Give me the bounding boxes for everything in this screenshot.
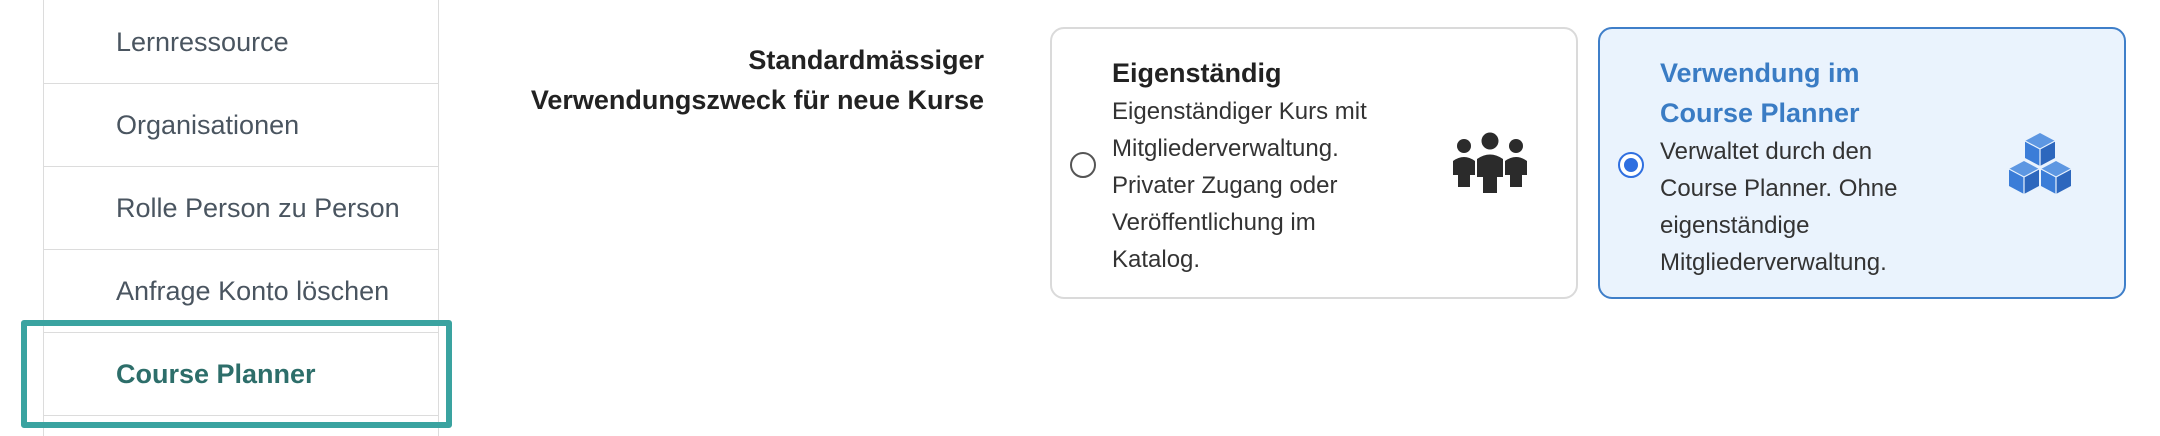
radio-course-planner[interactable]	[1618, 152, 1644, 178]
option-description-line: Eigenständiger Kurs mit	[1112, 98, 1367, 125]
option-title: Verwendung im Course Planner	[1660, 53, 1970, 133]
group-icon	[1453, 132, 1527, 193]
setting-label: Standardmässiger Verwendungszweck für ne…	[384, 40, 984, 120]
option-card-eigenstaendig[interactable]: Eigenständig Eigenständiger Kurs mit Mit…	[1050, 27, 1578, 299]
sidebar-item-course-planner[interactable]: Course Planner	[44, 333, 438, 416]
radio-eigenstaendig[interactable]	[1070, 152, 1096, 178]
option-description-line: eigenständige	[1660, 212, 1810, 239]
sidebar-item-lernressource[interactable]: Lernressource	[44, 1, 438, 84]
option-description: Verwaltet durch den Course Planner. Ohne…	[1660, 133, 1970, 281]
sidebar-item-label: Anfrage Konto löschen	[116, 275, 390, 306]
setting-label-line: Standardmässiger	[748, 45, 984, 75]
option-description-line: Privater Zugang oder	[1112, 172, 1338, 199]
option-description-line: Course Planner. Ohne	[1660, 175, 1898, 202]
option-description-line: Veröffentlichung im	[1112, 209, 1316, 236]
sidebar-item-anfrage-konto-loeschen[interactable]: Anfrage Konto löschen	[44, 250, 438, 333]
sidebar-nav: Lernressource Organisationen Rolle Perso…	[43, 0, 439, 436]
option-text: Verwendung im Course Planner Verwaltet d…	[1660, 53, 1970, 281]
option-title: Eigenständig	[1112, 58, 1282, 88]
option-title-line: Course Planner	[1660, 98, 1860, 128]
option-title-line: Verwendung im	[1660, 58, 1860, 88]
option-description-line: Verwaltet durch den	[1660, 138, 1873, 165]
option-card-course-planner[interactable]: Verwendung im Course Planner Verwaltet d…	[1598, 27, 2126, 299]
option-description: Eigenständiger Kurs mit Mitgliederverwal…	[1112, 93, 1422, 278]
option-description-line: Katalog.	[1112, 246, 1201, 273]
sidebar-item-label: Lernressource	[116, 26, 289, 57]
sidebar-item-label: Organisationen	[116, 109, 300, 140]
sidebar-item-organisationen[interactable]: Organisationen	[44, 84, 438, 167]
sidebar-item-label: Rolle Person zu Person	[116, 192, 400, 223]
setting-label-line: Verwendungszweck für neue Kurse	[530, 85, 984, 115]
option-text: Eigenständig Eigenständiger Kurs mit Mit…	[1112, 53, 1422, 278]
sidebar-item-label: Course Planner	[116, 358, 316, 389]
sidebar-item-rolle-person-zu-person[interactable]: Rolle Person zu Person	[44, 167, 438, 250]
option-description-line: Mitgliederverwaltung.	[1660, 249, 1887, 276]
cubes-icon	[2008, 133, 2072, 194]
option-description-line: Mitgliederverwaltung.	[1112, 135, 1339, 162]
